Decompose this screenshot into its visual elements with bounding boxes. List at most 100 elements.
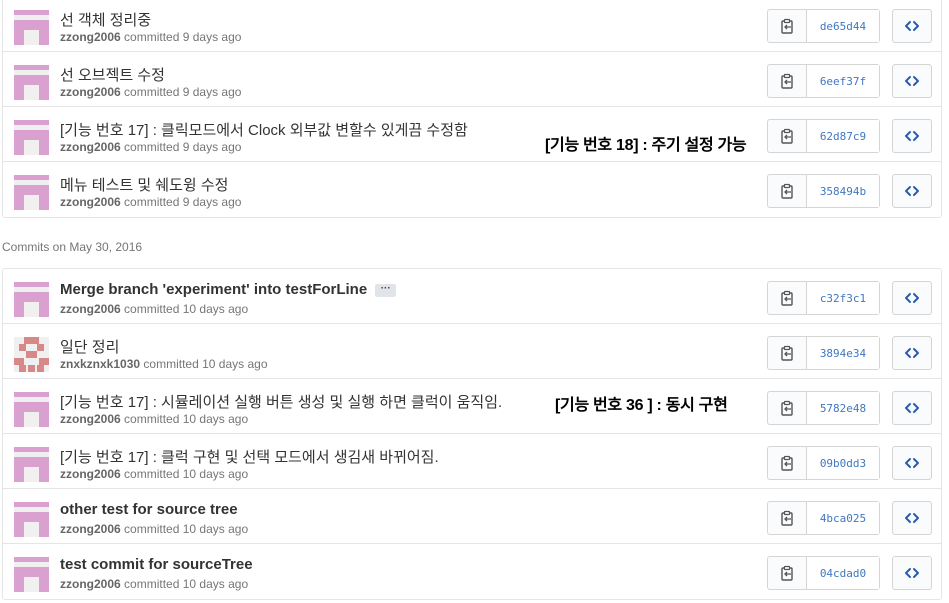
commit-title[interactable]: 선 객체 정리중 xyxy=(60,9,151,30)
commit-time: 10 days ago xyxy=(182,577,249,591)
clippy-icon xyxy=(779,183,795,199)
sha-button-group: 3894e34 xyxy=(767,336,880,370)
commit-author[interactable]: zzong2006 xyxy=(60,467,121,481)
commit-sha-link[interactable]: 04cdad0 xyxy=(807,557,879,589)
commit-meta: zzong2006 committed 9 days ago xyxy=(60,140,241,154)
commit-sha-link[interactable]: de65d44 xyxy=(807,10,879,42)
commit-meta: zzong2006 committed 10 days ago xyxy=(60,302,248,316)
commit-title[interactable]: other test for source tree xyxy=(60,501,238,518)
commit-title[interactable]: [기능 번호 17] : 시뮬레이션 실행 버튼 생성 및 실행 하면 클럭이 … xyxy=(60,391,502,412)
commit-sha-link[interactable]: 358494b xyxy=(807,175,879,207)
commit-date-header: Commits on May 30, 2016 xyxy=(2,240,143,254)
browse-repo-button[interactable] xyxy=(892,501,932,535)
commit-author[interactable]: zzong2006 xyxy=(60,195,121,209)
copy-sha-button[interactable] xyxy=(768,10,807,42)
commit-meta: zzong2006 committed 10 days ago xyxy=(60,522,248,536)
commit-action: committed xyxy=(124,85,180,99)
commit-meta: znxkznxk1030 committed 10 days ago xyxy=(60,357,268,371)
commit-author[interactable]: zzong2006 xyxy=(60,140,121,154)
commit-sha-link[interactable]: 62d87c9 xyxy=(807,120,879,152)
commit-title[interactable]: [기능 번호 17] : 클럭 구현 및 선택 모드에서 생김새 바뀌어짐. xyxy=(60,446,439,467)
avatar[interactable] xyxy=(14,502,49,537)
browse-repo-button[interactable] xyxy=(892,336,932,370)
code-icon xyxy=(904,510,920,526)
code-icon xyxy=(904,400,920,416)
avatar[interactable] xyxy=(14,175,49,210)
clippy-icon xyxy=(779,18,795,34)
avatar[interactable] xyxy=(14,10,49,45)
commit-action: committed xyxy=(143,357,199,371)
commit-title[interactable]: 메뉴 테스트 및 쉐도윙 수정 xyxy=(60,174,228,195)
sha-button-group: c32f3c1 xyxy=(767,281,880,315)
browse-repo-button[interactable] xyxy=(892,281,932,315)
commit-meta: zzong2006 committed 10 days ago xyxy=(60,577,248,591)
code-icon xyxy=(904,455,920,471)
avatar[interactable] xyxy=(14,447,49,482)
commit-time: 9 days ago xyxy=(182,140,242,154)
commit-row: 선 오브젝트 수정 zzong2006 committed 9 days ago… xyxy=(3,52,941,107)
commit-time: 9 days ago xyxy=(182,85,242,99)
browse-repo-button[interactable] xyxy=(892,446,932,480)
commit-title[interactable]: test commit for sourceTree xyxy=(60,556,253,573)
browse-repo-button[interactable] xyxy=(892,556,932,590)
commit-sha-link[interactable]: 5782e48 xyxy=(807,392,879,424)
commit-author[interactable]: zzong2006 xyxy=(60,30,121,44)
commit-meta: zzong2006 committed 9 days ago xyxy=(60,85,241,99)
commit-title-link[interactable]: Merge branch 'experiment' into testForLi… xyxy=(60,281,367,298)
browse-repo-button[interactable] xyxy=(892,119,932,153)
commit-sha-link[interactable]: 09b0dd3 xyxy=(807,447,879,479)
commit-title[interactable]: 선 오브젝트 수정 xyxy=(60,64,165,85)
commit-time: 10 days ago xyxy=(182,302,249,316)
sha-button-group: 358494b xyxy=(767,174,880,208)
commit-time: 10 days ago xyxy=(182,412,249,426)
commit-time: 9 days ago xyxy=(182,30,242,44)
copy-sha-button[interactable] xyxy=(768,337,807,369)
commit-sha-link[interactable]: 4bca025 xyxy=(807,502,879,534)
commit-time: 9 days ago xyxy=(182,195,242,209)
copy-sha-button[interactable] xyxy=(768,392,807,424)
sha-button-group: 5782e48 xyxy=(767,391,880,425)
commit-time: 10 days ago xyxy=(202,357,268,371)
commit-author[interactable]: zzong2006 xyxy=(60,522,121,536)
commit-group-2: Merge branch 'experiment' into testForLi… xyxy=(2,268,942,600)
avatar[interactable] xyxy=(14,392,49,427)
avatar[interactable] xyxy=(14,282,49,317)
copy-sha-button[interactable] xyxy=(768,175,807,207)
copy-sha-button[interactable] xyxy=(768,282,807,314)
commit-row: 선 객체 정리중 zzong2006 committed 9 days ago … xyxy=(3,0,941,52)
commit-title[interactable]: [기능 번호 17] : 클릭모드에서 Clock 외부값 변할수 있게끔 수정… xyxy=(60,119,468,140)
copy-sha-button[interactable] xyxy=(768,502,807,534)
avatar[interactable] xyxy=(14,337,49,372)
commit-row: Merge branch 'experiment' into testForLi… xyxy=(3,269,941,324)
commit-title[interactable]: 일단 정리 xyxy=(60,336,119,357)
sha-button-group: de65d44 xyxy=(767,9,880,43)
copy-sha-button[interactable] xyxy=(768,557,807,589)
avatar[interactable] xyxy=(14,120,49,155)
browse-repo-button[interactable] xyxy=(892,174,932,208)
commit-author[interactable]: znxkznxk1030 xyxy=(60,357,140,371)
avatar[interactable] xyxy=(14,557,49,592)
avatar[interactable] xyxy=(14,65,49,100)
commit-author[interactable]: zzong2006 xyxy=(60,302,121,316)
browse-repo-button[interactable] xyxy=(892,9,932,43)
copy-sha-button[interactable] xyxy=(768,65,807,97)
browse-repo-button[interactable] xyxy=(892,391,932,425)
copy-sha-button[interactable] xyxy=(768,120,807,152)
commit-sha-link[interactable]: c32f3c1 xyxy=(807,282,879,314)
commit-author[interactable]: zzong2006 xyxy=(60,412,121,426)
sha-button-group: 62d87c9 xyxy=(767,119,880,153)
commit-meta: zzong2006 committed 10 days ago xyxy=(60,467,248,481)
commit-author[interactable]: zzong2006 xyxy=(60,577,121,591)
commit-action: committed xyxy=(124,412,180,426)
commit-sha-link[interactable]: 3894e34 xyxy=(807,337,879,369)
sha-button-group: 04cdad0 xyxy=(767,556,880,590)
commit-action: committed xyxy=(124,522,180,536)
copy-sha-button[interactable] xyxy=(768,447,807,479)
sha-button-group: 4bca025 xyxy=(767,501,880,535)
expand-message-button[interactable]: ··· xyxy=(375,283,397,297)
commit-row: [기능 번호 17] : 클럭 구현 및 선택 모드에서 생김새 바뀌어짐. z… xyxy=(3,434,941,489)
browse-repo-button[interactable] xyxy=(892,64,932,98)
commit-sha-link[interactable]: 6eef37f xyxy=(807,65,879,97)
commit-author[interactable]: zzong2006 xyxy=(60,85,121,99)
code-icon xyxy=(904,128,920,144)
